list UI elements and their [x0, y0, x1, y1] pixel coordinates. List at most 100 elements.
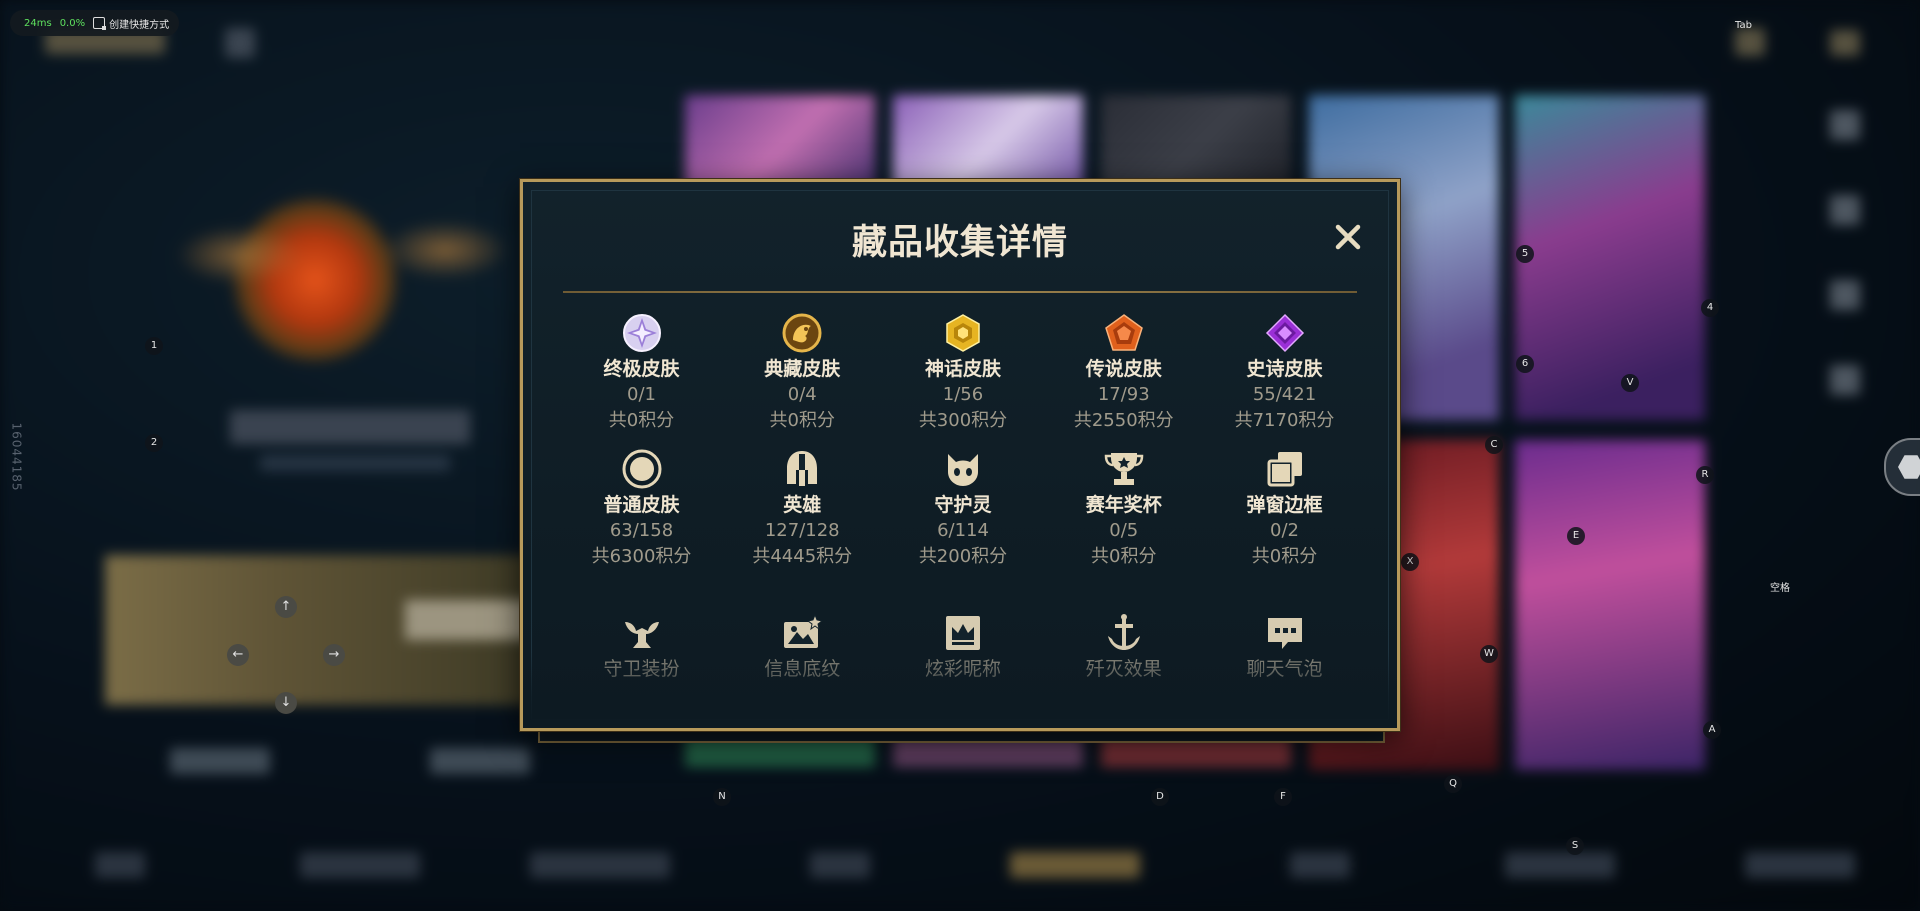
background-banner-button: [405, 600, 535, 640]
collection-details-modal: 藏品收集详情 终极皮肤 0/1 共0积分 典藏皮肤 0/4 共0积分 神话皮肤 …: [520, 179, 1400, 731]
champion-helmet-icon: [787, 451, 818, 486]
epic-skin-icon: [1265, 313, 1304, 353]
background-emblem-wing: [175, 225, 305, 285]
collection-grid-more: 守卫装扮 信息底纹 炫彩昵称 歼灭效果 聊天气泡: [571, 610, 1355, 682]
category-points: 共2550积分: [1073, 410, 1174, 431]
key-hint-5: 5: [1516, 245, 1534, 263]
category-info-banner[interactable]: 信息底纹: [732, 610, 873, 682]
background-bottom-button: [300, 852, 420, 878]
category-champion[interactable]: 英雄 127/128 共4445积分: [732, 446, 873, 570]
close-x-icon: [1335, 224, 1361, 250]
arrow-up-key[interactable]: ↑: [275, 596, 297, 618]
category-standard-skin[interactable]: 普通皮肤 63/158 共6300积分: [571, 446, 712, 570]
category-points: 共4445积分: [752, 546, 853, 567]
category-count: 6/114: [937, 520, 989, 541]
close-button[interactable]: [1331, 220, 1365, 254]
category-name: 典藏皮肤: [764, 358, 841, 380]
category-epic-skin[interactable]: 史诗皮肤 55/421 共7170积分: [1214, 310, 1355, 434]
shortcut-icon: [93, 17, 107, 30]
category-count: 0/1: [627, 384, 656, 405]
create-shortcut-button[interactable]: 创建快捷方式: [93, 16, 169, 31]
background-summoner-name: [230, 410, 470, 444]
arrow-left-key[interactable]: ←: [227, 644, 249, 666]
nickname-crown-icon: [946, 616, 980, 650]
key-hint-tab: Tab: [1735, 20, 1752, 31]
key-hint-x: X: [1401, 553, 1419, 571]
category-nickname[interactable]: 炫彩昵称: [893, 610, 1034, 682]
arrow-right-key[interactable]: →: [323, 644, 345, 666]
finisher-effect-icon: [1107, 614, 1140, 650]
arrow-down-key[interactable]: ↓: [275, 692, 297, 714]
background-bottom-button: [1290, 852, 1350, 878]
create-shortcut-label: 创建快捷方式: [109, 19, 170, 31]
background-bottom-button: [1505, 852, 1615, 878]
category-finisher-effect[interactable]: 歼灭效果: [1053, 610, 1194, 682]
category-name: 守护灵: [934, 494, 992, 516]
background-bottom-button: [810, 852, 870, 878]
popup-frame-icon: [1267, 452, 1302, 487]
background-pill: [430, 748, 530, 774]
key-hint-a: A: [1703, 721, 1721, 739]
category-name: 信息底纹: [764, 658, 841, 680]
category-legendary-skin[interactable]: 传说皮肤 17/93 共2550积分: [1053, 310, 1194, 434]
category-points: 共6300积分: [591, 546, 692, 567]
category-name: 赛年奖杯: [1085, 494, 1162, 516]
category-count: 0/4: [787, 384, 817, 405]
category-chat-bubble[interactable]: 聊天气泡: [1214, 610, 1355, 682]
category-prestige-skin[interactable]: 典藏皮肤 0/4 共0积分: [732, 310, 873, 434]
category-points: 共7170积分: [1234, 410, 1335, 431]
background-pill: [170, 748, 270, 774]
category-popup-frame[interactable]: 弹窗边框 0/2 共0积分: [1214, 446, 1355, 570]
ultimate-skin-icon: [622, 314, 661, 352]
companion-icon: [948, 454, 978, 486]
background-side-icon: [1830, 365, 1860, 395]
ward-skin-icon: [624, 622, 659, 648]
background-summoner-sub: [260, 455, 450, 471]
category-points: 共0积分: [608, 410, 675, 431]
key-hint-f: F: [1274, 788, 1292, 806]
category-points: 共0积分: [1251, 546, 1318, 567]
latency-readout: 24ms: [24, 17, 52, 29]
key-hint-n: N: [713, 788, 731, 806]
collection-grid: 终极皮肤 0/1 共0积分 典藏皮肤 0/4 共0积分 神话皮肤 1/56 共3…: [571, 310, 1355, 570]
category-name: 歼灭效果: [1085, 658, 1162, 680]
category-points: 共0积分: [1091, 546, 1157, 567]
key-hint-4: 4: [1701, 299, 1719, 317]
category-name: 神话皮肤: [924, 358, 1001, 380]
mythic-skin-icon: [946, 314, 980, 352]
key-hint-q: Q: [1444, 775, 1462, 793]
background-side-icon: [1830, 110, 1860, 140]
title-divider: [563, 291, 1357, 293]
background-skin-card: [1515, 440, 1705, 770]
key-hint-d: D: [1151, 788, 1169, 806]
category-ward-skin[interactable]: 守卫装扮: [571, 610, 712, 682]
category-ultimate-skin[interactable]: 终极皮肤 0/1 共0积分: [571, 310, 712, 434]
category-count: 0/2: [1270, 520, 1299, 541]
key-hint-s: S: [1566, 837, 1584, 855]
side-id-text: 16044185: [9, 422, 24, 492]
background-emblem-wing: [380, 220, 510, 280]
standard-skin-icon: [622, 449, 661, 489]
key-hint-6: 6: [1516, 355, 1534, 373]
chat-bubble-icon: [1267, 618, 1302, 649]
hex-icon: [1898, 455, 1920, 479]
category-companion[interactable]: 守护灵 6/114 共200积分: [893, 446, 1034, 570]
category-points: 共200积分: [918, 546, 1008, 567]
category-count: 1/56: [942, 384, 984, 405]
category-name: 英雄: [783, 494, 822, 516]
background-bottom-button: [95, 852, 145, 878]
background-side-icon: [1830, 195, 1860, 225]
background-bottom-button: [530, 852, 670, 878]
background-bottom-button: [1745, 852, 1855, 878]
legendary-skin-icon: [1104, 314, 1143, 351]
background-icon: [225, 28, 255, 58]
key-hint-c: C: [1485, 436, 1503, 454]
category-count: 0/5: [1109, 520, 1139, 541]
key-hint-r: R: [1696, 466, 1714, 484]
category-season-trophy[interactable]: 赛年奖杯 0/5 共0积分: [1053, 446, 1194, 570]
category-name: 炫彩昵称: [924, 658, 1001, 680]
performance-overlay: 24ms 0.0% 创建快捷方式: [10, 10, 180, 36]
background-bottom-button: [1010, 852, 1140, 878]
background-skin-card: [1515, 95, 1705, 420]
category-mythic-skin[interactable]: 神话皮肤 1/56 共300积分: [893, 310, 1034, 434]
